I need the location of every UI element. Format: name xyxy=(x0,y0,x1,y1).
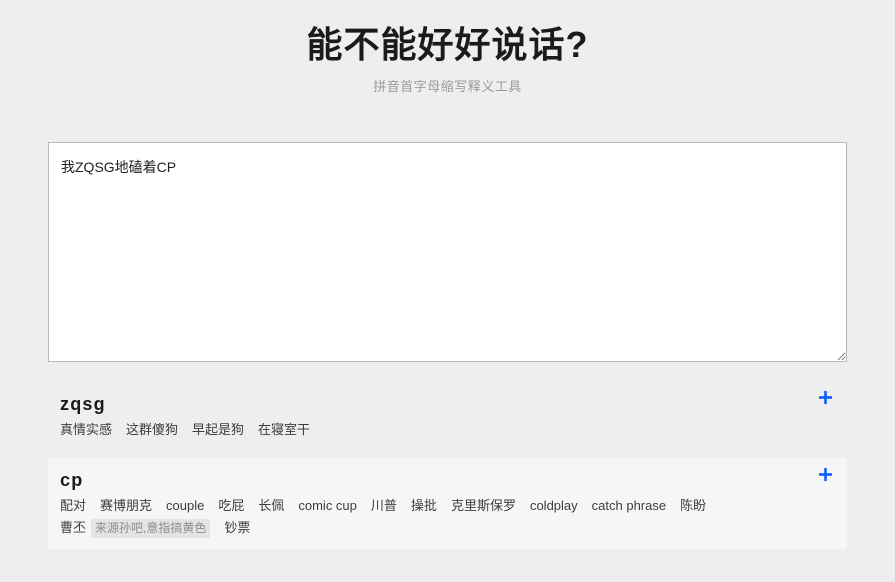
meaning-item[interactable]: couple xyxy=(166,496,204,516)
meaning-item[interactable]: 曹丕 来源孙吧,意指搞黄色 xyxy=(60,518,211,538)
meaning-text: 川普 xyxy=(370,498,397,514)
meaning-text: comic cup xyxy=(298,498,357,514)
meaning-text: 操批 xyxy=(410,498,437,514)
abbreviation-input[interactable] xyxy=(48,141,847,362)
meaning-text: 早起是狗 xyxy=(192,421,245,437)
plus-icon xyxy=(819,391,832,405)
meaning-item[interactable]: catch phrase xyxy=(592,496,666,516)
meaning-text: 长佩 xyxy=(258,498,285,514)
meaning-text: 陈盼 xyxy=(680,498,707,514)
meaning-text: 在寝室干 xyxy=(258,421,311,437)
meaning-text: catch phrase xyxy=(591,498,667,514)
result-card[interactable]: cp 配对 赛博朋克 couple 吃屁 长佩 comic cup 川普 操批 克里斯保罗 cold… xyxy=(48,458,847,549)
meaning-item[interactable]: 吃屁 xyxy=(218,496,244,516)
meaning-item[interactable]: 真情实感 xyxy=(60,420,112,440)
add-meaning-button[interactable] xyxy=(819,466,835,482)
meaning-list: 配对 赛博朋克 couple 吃屁 长佩 comic cup 川普 操批 克里斯保罗 coldpl… xyxy=(60,496,807,538)
meaning-item[interactable]: 早起是狗 xyxy=(192,420,244,440)
meaning-item[interactable]: coldplay xyxy=(530,496,578,516)
input-area xyxy=(48,141,847,362)
add-meaning-button[interactable] xyxy=(819,390,835,406)
meaning-list: 真情实感 这群傻狗 早起是狗 在寝室干 xyxy=(60,420,807,440)
meaning-item[interactable]: 钞票 xyxy=(224,518,250,538)
meaning-text: coldplay xyxy=(529,498,578,514)
meaning-item[interactable]: comic cup xyxy=(298,496,357,516)
meaning-item[interactable]: 克里斯保罗 xyxy=(451,496,516,516)
result-term: cp xyxy=(60,470,84,491)
meaning-item[interactable]: 操批 xyxy=(411,496,437,516)
page-subtitle: 拼音首字母缩写释义工具 xyxy=(373,79,522,94)
meaning-text: 真情实感 xyxy=(60,421,113,437)
meaning-text: couple xyxy=(166,498,205,514)
meaning-text: 配对 xyxy=(60,498,87,514)
meaning-text: 这群傻狗 xyxy=(126,421,179,437)
meaning-note: 来源孙吧,意指搞黄色 xyxy=(91,519,211,538)
page-title: 能不能好好说话? xyxy=(306,24,589,65)
meaning-text: 钞票 xyxy=(224,520,251,536)
meaning-item[interactable]: 长佩 xyxy=(258,496,284,516)
app-root: 能不能好好说话? 拼音首字母缩写释义工具 zqsg 真情实感这群傻狗早起是狗在寝室… xyxy=(0,0,895,582)
plus-icon xyxy=(819,467,832,481)
meaning-item[interactable]: 陈盼 xyxy=(680,496,706,516)
meaning-text: 赛博朋克 xyxy=(100,498,153,514)
page-header: 能不能好好说话? 拼音首字母缩写释义工具 xyxy=(0,0,895,95)
meaning-text: 曹丕 xyxy=(60,520,87,536)
meaning-item[interactable]: 配对 xyxy=(60,496,86,516)
meaning-item[interactable]: 川普 xyxy=(371,496,397,516)
meaning-item[interactable]: 赛博朋克 xyxy=(100,496,152,516)
meaning-text: 吃屁 xyxy=(218,498,245,514)
result-card[interactable]: zqsg 真情实感 这群傻狗 早起是狗 在寝室干 xyxy=(48,382,847,450)
results-list: zqsg 真情实感 这群傻狗 早起是狗 在寝室干 cp 配对 赛博朋克 couple 吃屁 长佩 co… xyxy=(0,382,895,549)
meaning-text: 克里斯保罗 xyxy=(450,498,516,514)
result-term: zqsg xyxy=(60,393,106,414)
meaning-item[interactable]: 这群傻狗 xyxy=(126,420,178,440)
meaning-item[interactable]: 在寝室干 xyxy=(258,420,310,440)
